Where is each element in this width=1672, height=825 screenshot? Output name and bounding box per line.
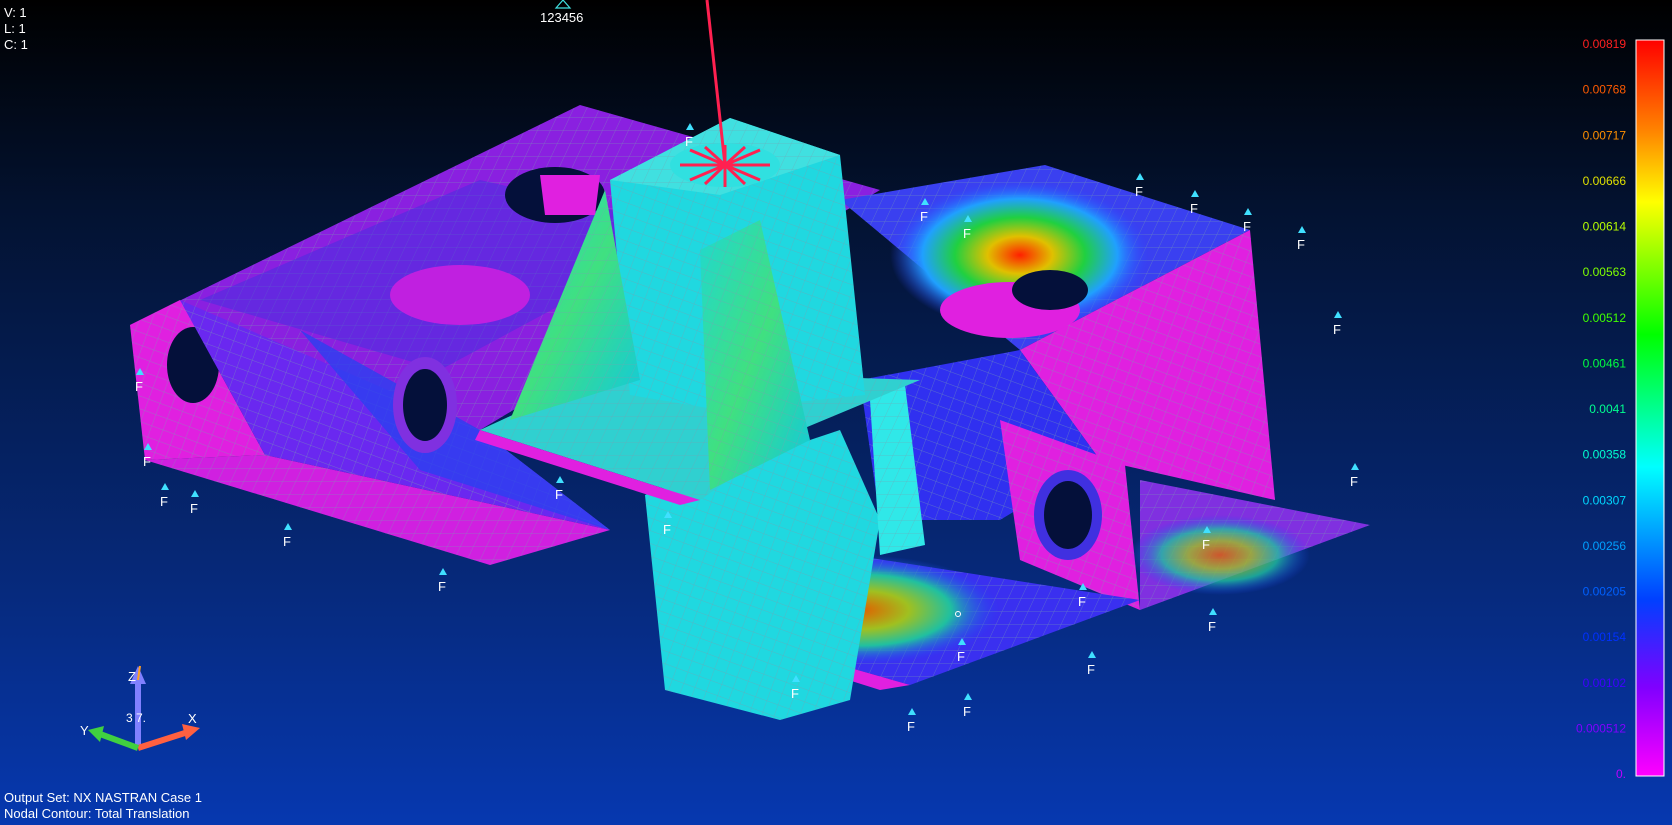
- legend-value-label: 0.00307: [1583, 493, 1627, 507]
- legend-value-label: 0.00461: [1583, 356, 1627, 370]
- constraint-marker: F: [663, 522, 671, 537]
- legend-value-label: 0.0041: [1589, 402, 1626, 416]
- constraint-marker: F: [555, 487, 563, 502]
- constraint-marker: F: [957, 649, 965, 664]
- legend-value-label: 0.00512: [1583, 311, 1627, 325]
- legend-color-bar: [1635, 39, 1665, 777]
- constraint-marker: F: [283, 534, 291, 549]
- constraint-marker: F: [685, 134, 693, 149]
- constraint-marker: F: [1087, 662, 1095, 677]
- constraint-marker: F: [791, 686, 799, 701]
- constraint-marker: F: [1202, 537, 1210, 552]
- constraint-marker: F: [907, 719, 915, 734]
- legend-value-label: 0.: [1616, 767, 1626, 781]
- legend-value-label: 0.00614: [1583, 220, 1627, 234]
- fe-model-viewport[interactable]: F F F F F F F F F F F F F F F F F F F F …: [0, 0, 1672, 825]
- triad-z-label: Z: [128, 669, 136, 684]
- triad-angle-label: 3 7.: [126, 711, 146, 725]
- constraint-marker: F: [1297, 237, 1305, 252]
- legend-value-label: 0.00256: [1583, 539, 1627, 553]
- constraint-marker: F: [1333, 322, 1341, 337]
- central-column[interactable]: [475, 0, 925, 720]
- triad-y-label: Y: [80, 723, 89, 738]
- legend-value-label: 0.00563: [1583, 265, 1627, 279]
- constraint-marker: F: [1350, 474, 1358, 489]
- constraint-marker: F: [1208, 619, 1216, 634]
- legend-value-label: 0.00358: [1583, 448, 1627, 462]
- triad-x-label: X: [188, 711, 197, 726]
- constraint-marker: F: [920, 209, 928, 224]
- legend-value-label: 0.000512: [1576, 721, 1626, 735]
- constraint-marker: F: [438, 579, 446, 594]
- constraint-marker: F: [190, 501, 198, 516]
- constraint-marker: F: [1243, 219, 1251, 234]
- legend-value-label: 0.00205: [1583, 585, 1627, 599]
- legend-value-label: 0.00666: [1583, 174, 1627, 188]
- constraint-marker: F: [963, 704, 971, 719]
- legend-value-label: 0.00768: [1583, 83, 1627, 97]
- constraint-marker: F: [135, 379, 143, 394]
- constraint-marker: F: [1135, 184, 1143, 199]
- constraint-marker: F: [963, 226, 971, 241]
- legend-value-label: 0.00717: [1583, 128, 1627, 142]
- constraint-marker: F: [1190, 201, 1198, 216]
- load-set-marker-icon: [554, 0, 572, 9]
- contour-legend: 0.00819 0.00768 0.00717 0.00666 0.00614 0.005…: [1500, 32, 1672, 792]
- constraint-marker: F: [160, 494, 168, 509]
- legend-value-label: 0.00154: [1583, 630, 1627, 644]
- constraint-marker: F: [1078, 594, 1086, 609]
- legend-value-label: 0.00102: [1583, 676, 1627, 690]
- legend-value-label: 0.00819: [1583, 37, 1627, 51]
- orientation-triad-icon: Z X Y 3 7.: [80, 665, 200, 751]
- constraint-marker: F: [143, 454, 151, 469]
